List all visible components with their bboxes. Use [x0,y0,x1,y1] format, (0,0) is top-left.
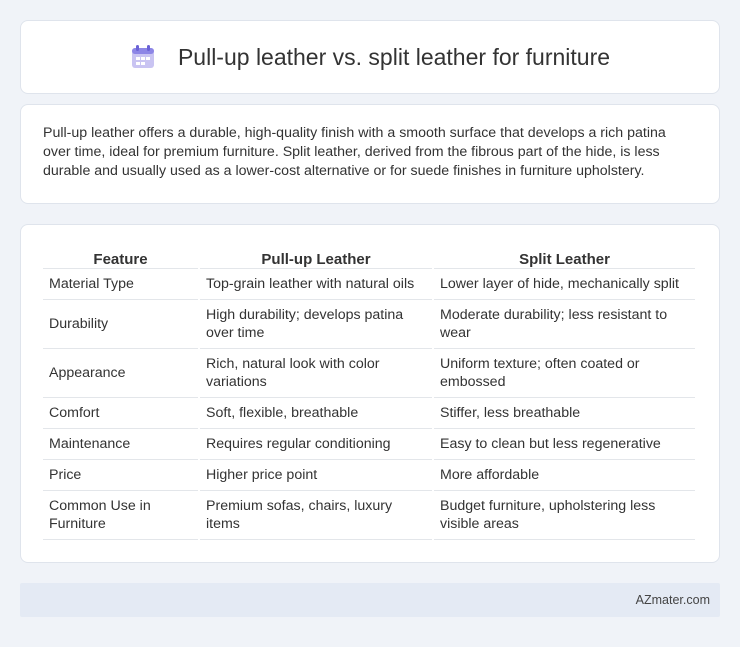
footer-brand: AZmater.com [635,593,710,607]
row-pull-up: Top-grain leather with natural oils [200,269,432,300]
row-split: Stiffer, less breathable [434,398,695,429]
row-feature: Common Use in Furniture [43,491,198,540]
footer-bar: AZmater.com [20,583,720,617]
row-split: Easy to clean but less regenerative [434,429,695,460]
row-split: Moderate durability; less resistant to w… [434,300,695,349]
header-pull-up: Pull-up Leather [200,247,432,269]
table-row: Common Use in Furniture Premium sofas, c… [43,491,695,540]
row-split: Uniform texture; often coated or embosse… [434,349,695,398]
row-feature: Maintenance [43,429,198,460]
header-feature: Feature [43,247,198,269]
header-split: Split Leather [434,247,695,269]
calendar-icon [131,45,154,68]
row-feature: Appearance [43,349,198,398]
table-row: Material Type Top-grain leather with nat… [43,269,695,300]
intro-card: Pull-up leather offers a durable, high-q… [20,104,720,204]
row-split: More affordable [434,460,695,491]
row-feature: Material Type [43,269,198,300]
row-pull-up: Higher price point [200,460,432,491]
row-split: Budget furniture, upholstering less visi… [434,491,695,540]
comparison-table: Feature Pull-up Leather Split Leather Ma… [41,247,697,540]
row-feature: Comfort [43,398,198,429]
page-title: Pull-up leather vs. split leather for fu… [177,43,611,70]
title-card: Pull-up leather vs. split leather for fu… [20,20,720,94]
table-header-row: Feature Pull-up Leather Split Leather [43,247,695,269]
table-row: Durability High durability; develops pat… [43,300,695,349]
row-pull-up: Soft, flexible, breathable [200,398,432,429]
row-pull-up: Rich, natural look with color variations [200,349,432,398]
row-split: Lower layer of hide, mechanically split [434,269,695,300]
table-row: Appearance Rich, natural look with color… [43,349,695,398]
table-row: Price Higher price point More affordable [43,460,695,491]
comparison-card: Feature Pull-up Leather Split Leather Ma… [20,224,720,563]
table-row: Comfort Soft, flexible, breathable Stiff… [43,398,695,429]
intro-text: Pull-up leather offers a durable, high-q… [43,125,666,179]
row-pull-up: Premium sofas, chairs, luxury items [200,491,432,540]
row-feature: Durability [43,300,198,349]
row-pull-up: Requires regular conditioning [200,429,432,460]
row-pull-up: High durability; develops patina over ti… [200,300,432,349]
row-feature: Price [43,460,198,491]
table-row: Maintenance Requires regular conditionin… [43,429,695,460]
